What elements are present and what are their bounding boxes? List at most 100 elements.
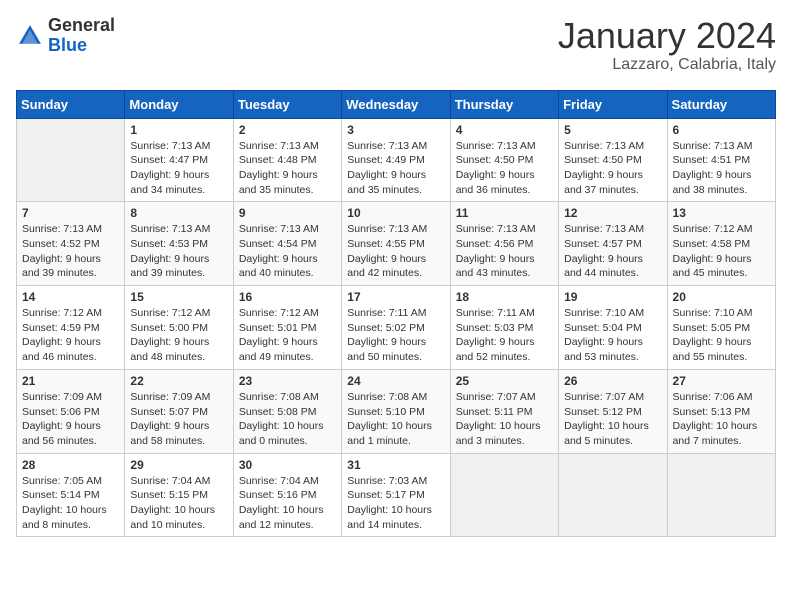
day-number: 26 [564, 374, 661, 388]
calendar-cell: 31 Sunrise: 7:03 AMSunset: 5:17 PMDayligh… [342, 453, 450, 537]
day-info: Sunrise: 7:09 AMSunset: 5:07 PMDaylight:… [130, 390, 227, 449]
logo-text: General Blue [48, 16, 115, 56]
day-number: 17 [347, 290, 444, 304]
calendar-cell: 18 Sunrise: 7:11 AMSunset: 5:03 PMDayligh… [450, 286, 558, 370]
day-number: 14 [22, 290, 119, 304]
day-number: 29 [130, 458, 227, 472]
day-info: Sunrise: 7:07 AMSunset: 5:11 PMDaylight:… [456, 390, 553, 449]
calendar-cell: 24Sunrise: 7:08 AMSunset: 5:10 PMDayligh… [342, 369, 450, 453]
calendar-cell: 4 Sunrise: 7:13 AMSunset: 4:50 PMDaylight… [450, 118, 558, 202]
weekday-header-friday: Friday [559, 90, 667, 118]
day-info: Sunrise: 7:13 AMSunset: 4:57 PMDaylight:… [564, 222, 661, 281]
day-number: 19 [564, 290, 661, 304]
calendar-cell: 21 Sunrise: 7:09 AMSunset: 5:06 PMDayligh… [17, 369, 125, 453]
day-number: 25 [456, 374, 553, 388]
weekday-header-row: SundayMondayTuesdayWednesdayThursdayFrid… [17, 90, 776, 118]
day-info: Sunrise: 7:04 AMSunset: 5:16 PMDaylight:… [239, 474, 336, 533]
logo-blue: Blue [48, 36, 115, 56]
calendar-cell: 6Sunrise: 7:13 AMSunset: 4:51 PMDaylight… [667, 118, 775, 202]
day-number: 18 [456, 290, 553, 304]
calendar-cell: 8Sunrise: 7:13 AMSunset: 4:53 PMDaylight… [125, 202, 233, 286]
day-number: 7 [22, 206, 119, 220]
day-info: Sunrise: 7:13 AMSunset: 4:50 PMDaylight:… [456, 139, 553, 198]
day-info: Sunrise: 7:10 AMSunset: 5:05 PMDaylight:… [673, 306, 770, 365]
calendar-title: January 2024 [558, 16, 776, 56]
weekday-header-sunday: Sunday [17, 90, 125, 118]
calendar-cell: 10 Sunrise: 7:13 AMSunset: 4:55 PMDayligh… [342, 202, 450, 286]
calendar-cell: 9Sunrise: 7:13 AMSunset: 4:54 PMDaylight… [233, 202, 341, 286]
calendar-cell: 12Sunrise: 7:13 AMSunset: 4:57 PMDayligh… [559, 202, 667, 286]
day-info: Sunrise: 7:13 AMSunset: 4:52 PMDaylight:… [22, 222, 119, 281]
calendar-cell: 23 Sunrise: 7:08 AMSunset: 5:08 PMDayligh… [233, 369, 341, 453]
weekday-header-thursday: Thursday [450, 90, 558, 118]
day-info: Sunrise: 7:11 AMSunset: 5:03 PMDaylight:… [456, 306, 553, 365]
calendar-cell: 26Sunrise: 7:07 AMSunset: 5:12 PMDayligh… [559, 369, 667, 453]
calendar-cell: 17 Sunrise: 7:11 AMSunset: 5:02 PMDayligh… [342, 286, 450, 370]
day-info: Sunrise: 7:12 AMSunset: 4:59 PMDaylight:… [22, 306, 119, 365]
logo: General Blue [16, 16, 115, 56]
day-info: Sunrise: 7:13 AMSunset: 4:49 PMDaylight:… [347, 139, 444, 198]
calendar-cell: 2Sunrise: 7:13 AMSunset: 4:48 PMDaylight… [233, 118, 341, 202]
day-number: 21 [22, 374, 119, 388]
day-info: Sunrise: 7:13 AMSunset: 4:53 PMDaylight:… [130, 222, 227, 281]
day-number: 10 [347, 206, 444, 220]
calendar-cell: 30 Sunrise: 7:04 AMSunset: 5:16 PMDayligh… [233, 453, 341, 537]
day-number: 30 [239, 458, 336, 472]
day-info: Sunrise: 7:13 AMSunset: 4:48 PMDaylight:… [239, 139, 336, 198]
day-number: 23 [239, 374, 336, 388]
day-number: 15 [130, 290, 227, 304]
calendar-cell: 3 Sunrise: 7:13 AMSunset: 4:49 PMDaylight… [342, 118, 450, 202]
day-info: Sunrise: 7:13 AMSunset: 4:55 PMDaylight:… [347, 222, 444, 281]
calendar-cell: 22 Sunrise: 7:09 AMSunset: 5:07 PMDayligh… [125, 369, 233, 453]
calendar-cell [450, 453, 558, 537]
day-info: Sunrise: 7:04 AMSunset: 5:15 PMDaylight:… [130, 474, 227, 533]
day-number: 22 [130, 374, 227, 388]
logo-general: General [48, 16, 115, 36]
weekday-header-monday: Monday [125, 90, 233, 118]
day-number: 31 [347, 458, 444, 472]
calendar-cell: 15Sunrise: 7:12 AMSunset: 5:00 PMDayligh… [125, 286, 233, 370]
day-info: Sunrise: 7:12 AMSunset: 4:58 PMDaylight:… [673, 222, 770, 281]
logo-icon [16, 22, 44, 50]
day-info: Sunrise: 7:05 AMSunset: 5:14 PMDaylight:… [22, 474, 119, 533]
calendar-cell: 19Sunrise: 7:10 AMSunset: 5:04 PMDayligh… [559, 286, 667, 370]
day-info: Sunrise: 7:13 AMSunset: 4:54 PMDaylight:… [239, 222, 336, 281]
calendar-cell: 28 Sunrise: 7:05 AMSunset: 5:14 PMDayligh… [17, 453, 125, 537]
day-number: 28 [22, 458, 119, 472]
calendar-table: SundayMondayTuesdayWednesdayThursdayFrid… [16, 90, 776, 538]
day-number: 3 [347, 123, 444, 137]
day-number: 27 [673, 374, 770, 388]
weekday-header-saturday: Saturday [667, 90, 775, 118]
title-block: January 2024 Lazzaro, Calabria, Italy [558, 16, 776, 74]
day-info: Sunrise: 7:13 AMSunset: 4:50 PMDaylight:… [564, 139, 661, 198]
day-info: Sunrise: 7:12 AMSunset: 5:01 PMDaylight:… [239, 306, 336, 365]
calendar-cell [17, 118, 125, 202]
day-number: 6 [673, 123, 770, 137]
calendar-week-5: 28 Sunrise: 7:05 AMSunset: 5:14 PMDayligh… [17, 453, 776, 537]
calendar-cell: 14 Sunrise: 7:12 AMSunset: 4:59 PMDayligh… [17, 286, 125, 370]
day-number: 13 [673, 206, 770, 220]
calendar-cell: 7 Sunrise: 7:13 AMSunset: 4:52 PMDaylight… [17, 202, 125, 286]
calendar-cell [667, 453, 775, 537]
day-info: Sunrise: 7:09 AMSunset: 5:06 PMDaylight:… [22, 390, 119, 449]
day-number: 11 [456, 206, 553, 220]
calendar-cell: 13 Sunrise: 7:12 AMSunset: 4:58 PMDayligh… [667, 202, 775, 286]
weekday-header-tuesday: Tuesday [233, 90, 341, 118]
calendar-cell: 1Sunrise: 7:13 AMSunset: 4:47 PMDaylight… [125, 118, 233, 202]
calendar-week-2: 7 Sunrise: 7:13 AMSunset: 4:52 PMDaylight… [17, 202, 776, 286]
day-number: 4 [456, 123, 553, 137]
calendar-cell: 29 Sunrise: 7:04 AMSunset: 5:15 PMDayligh… [125, 453, 233, 537]
calendar-cell [559, 453, 667, 537]
day-info: Sunrise: 7:03 AMSunset: 5:17 PMDaylight:… [347, 474, 444, 533]
calendar-cell: 11 Sunrise: 7:13 AMSunset: 4:56 PMDayligh… [450, 202, 558, 286]
day-info: Sunrise: 7:08 AMSunset: 5:08 PMDaylight:… [239, 390, 336, 449]
day-info: Sunrise: 7:11 AMSunset: 5:02 PMDaylight:… [347, 306, 444, 365]
day-info: Sunrise: 7:06 AMSunset: 5:13 PMDaylight:… [673, 390, 770, 449]
calendar-cell: 5Sunrise: 7:13 AMSunset: 4:50 PMDaylight… [559, 118, 667, 202]
calendar-week-3: 14 Sunrise: 7:12 AMSunset: 4:59 PMDayligh… [17, 286, 776, 370]
day-info: Sunrise: 7:08 AMSunset: 5:10 PMDaylight:… [347, 390, 444, 449]
day-number: 16 [239, 290, 336, 304]
page-header: General Blue January 2024 Lazzaro, Calab… [16, 16, 776, 74]
day-info: Sunrise: 7:13 AMSunset: 4:56 PMDaylight:… [456, 222, 553, 281]
calendar-cell: 25 Sunrise: 7:07 AMSunset: 5:11 PMDayligh… [450, 369, 558, 453]
